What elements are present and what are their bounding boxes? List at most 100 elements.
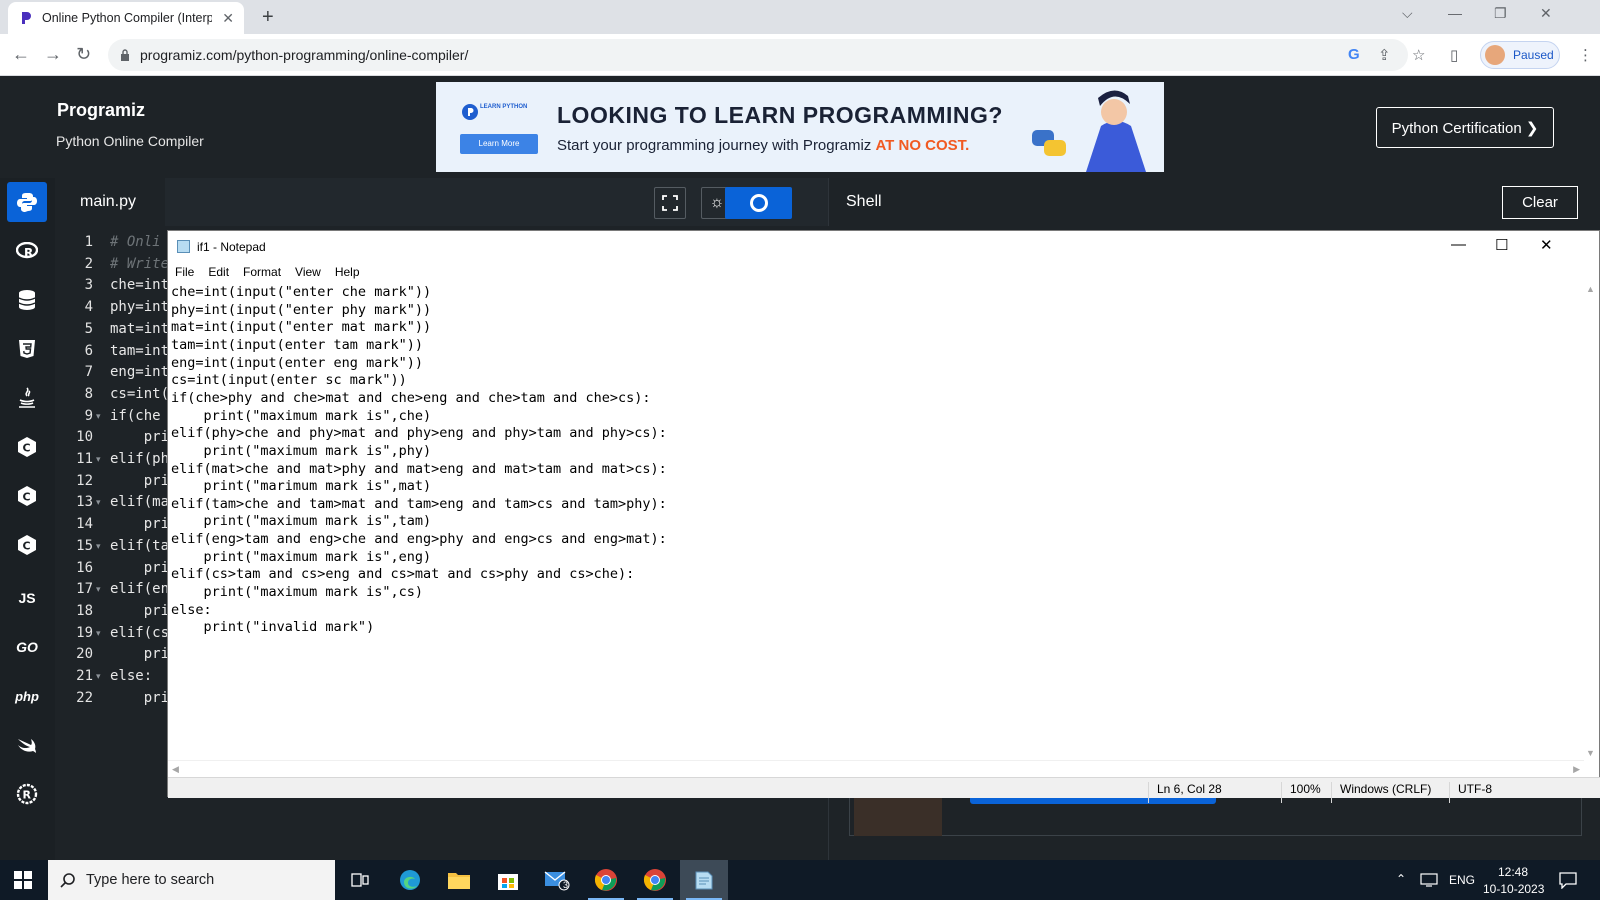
input-language[interactable]: ENG — [1449, 873, 1475, 887]
forward-icon[interactable]: → — [44, 44, 62, 64]
fold-arrow-icon[interactable]: ▾ — [96, 454, 101, 465]
profile-button[interactable]: Paused — [1480, 41, 1560, 69]
notepad-horizontal-scrollbar[interactable]: ◀ ▶ — [168, 760, 1584, 777]
programiz-logo[interactable]: Programiz — [57, 100, 145, 121]
tab-search-chevron-icon[interactable]: ⌵ — [1402, 5, 1413, 22]
code-line: # Write — [110, 255, 170, 272]
html5-icon[interactable] — [7, 329, 47, 369]
svg-text:R: R — [23, 789, 32, 802]
run-button[interactable] — [725, 187, 792, 219]
shell-toolbar: Shell Clear — [828, 178, 1600, 226]
csharp-language-icon[interactable]: C — [7, 525, 47, 565]
edge-browser-icon[interactable] — [386, 860, 434, 900]
back-icon[interactable]: ← — [12, 44, 30, 64]
task-view-icon[interactable] — [336, 860, 384, 900]
code-line: # Onli — [110, 234, 161, 250]
fold-arrow-icon[interactable]: ▾ — [96, 584, 101, 595]
clear-button[interactable]: Clear — [1502, 186, 1578, 219]
file-tab-name: main.py — [80, 193, 137, 210]
file-explorer-icon[interactable] — [435, 860, 483, 900]
ad-title: LOOKING TO LEARN PROGRAMMING? — [557, 102, 1003, 128]
fold-arrow-icon[interactable]: ▾ — [96, 411, 101, 422]
notepad-taskbar-icon[interactable] — [680, 860, 728, 900]
programiz-favicon-icon — [22, 12, 31, 24]
scroll-left-icon[interactable]: ◀ — [172, 764, 179, 775]
php-icon[interactable]: php — [7, 676, 47, 716]
fullscreen-button[interactable] — [654, 187, 686, 219]
line-number: 16 — [76, 559, 93, 576]
java-icon[interactable] — [7, 378, 47, 418]
browser-tab[interactable]: Online Python Compiler (Interpr ✕ — [8, 2, 244, 34]
fullscreen-icon — [662, 195, 678, 211]
notepad-line: elif(mat>che and mat>phy and mat>eng and… — [171, 460, 667, 477]
clock-date[interactable]: 10-10-2023 — [1483, 882, 1544, 896]
notepad-minimize-icon[interactable]: — — [1451, 236, 1466, 253]
cpp-language-icon[interactable]: C — [7, 476, 47, 516]
swift-icon[interactable] — [7, 725, 47, 765]
restore-icon[interactable]: ❐ — [1494, 5, 1507, 22]
status-divider — [1331, 782, 1332, 803]
scroll-up-icon[interactable]: ▲ — [1586, 284, 1595, 294]
rust-icon[interactable]: R — [7, 774, 47, 814]
menu-help[interactable]: Help — [335, 262, 360, 282]
notepad-maximize-icon[interactable]: ☐ — [1495, 236, 1508, 254]
menu-view[interactable]: View — [295, 262, 321, 282]
browser-toolbar: ← → ↻ programiz.com/python-programming/o… — [0, 34, 1600, 76]
r-language-icon[interactable]: R — [7, 231, 47, 271]
fold-arrow-icon[interactable]: ▾ — [96, 541, 101, 552]
fold-arrow-icon[interactable]: ▾ — [96, 671, 101, 682]
chrome-icon[interactable] — [582, 860, 630, 900]
line-number: 2 — [84, 255, 93, 272]
notepad-vertical-scrollbar[interactable]: ▲ ▼ — [1582, 282, 1599, 760]
code-line: pri — [110, 516, 170, 533]
go-language-icon[interactable]: GO — [7, 627, 47, 667]
ad-banner[interactable]: LEARN PYTHON Learn More LOOKING TO LEARN… — [436, 82, 1164, 172]
close-window-icon[interactable]: ✕ — [1540, 5, 1552, 22]
reload-icon[interactable]: ↻ — [76, 44, 91, 64]
svg-text:C: C — [23, 491, 31, 504]
network-icon[interactable] — [1420, 873, 1438, 887]
programiz-ad-icon — [462, 104, 478, 120]
notepad-line: mat=int(input("enter mat mark")) — [171, 319, 432, 336]
python-icon[interactable] — [7, 182, 47, 222]
bookmark-star-icon[interactable]: ☆ — [1412, 46, 1425, 64]
address-bar[interactable]: programiz.com/python-programming/online-… — [108, 39, 1408, 71]
clock-time[interactable]: 12:48 — [1498, 865, 1528, 879]
google-lens-icon[interactable]: G — [1348, 46, 1360, 63]
minimize-icon[interactable]: — — [1448, 5, 1462, 21]
scroll-right-icon[interactable]: ▶ — [1573, 764, 1580, 775]
python-certification-button[interactable]: Python Certification ❯ — [1376, 107, 1554, 148]
new-tab-icon[interactable]: + — [262, 6, 274, 29]
taskbar-search[interactable]: Type here to search — [48, 860, 335, 900]
notification-center-icon[interactable] — [1559, 871, 1577, 889]
fold-arrow-icon[interactable]: ▾ — [96, 628, 101, 639]
code-line: che=int — [110, 277, 170, 294]
notepad-text-area[interactable]: che=int(input("enter che mark")) phy=int(… — [171, 284, 1571, 744]
menu-format[interactable]: Format — [243, 262, 281, 282]
svg-text:C: C — [23, 442, 31, 455]
menu-file[interactable]: File — [175, 262, 194, 282]
line-number: 7 — [84, 364, 93, 381]
microsoft-store-icon[interactable] — [484, 860, 532, 900]
tray-chevron-icon[interactable]: ⌃ — [1396, 872, 1406, 886]
share-icon[interactable]: ⇪ — [1378, 46, 1391, 64]
windows-start-icon[interactable] — [14, 871, 32, 889]
mail-icon[interactable]: 3 — [533, 860, 581, 900]
browser-menu-icon[interactable]: ⋮ — [1578, 46, 1593, 64]
ad-learn-more-button[interactable]: Learn More — [460, 134, 538, 154]
code-line: pri — [110, 646, 170, 663]
ad-logo-box: LEARN PYTHON Learn More — [458, 102, 538, 156]
c-language-icon[interactable]: C — [7, 427, 47, 467]
notepad-close-icon[interactable]: ✕ — [1540, 236, 1553, 254]
file-tab[interactable]: main.py — [55, 178, 165, 226]
side-panel-icon[interactable]: ▯ — [1450, 46, 1458, 64]
notepad-line: phy=int(input("enter phy mark")) — [171, 301, 432, 318]
scroll-down-icon[interactable]: ▼ — [1586, 748, 1595, 758]
sql-database-icon[interactable] — [7, 280, 47, 320]
fold-arrow-icon[interactable]: ▾ — [96, 497, 101, 508]
notepad-titlebar[interactable]: if1 - Notepad — ☐ ✕ — [168, 231, 1600, 262]
menu-edit[interactable]: Edit — [208, 262, 229, 282]
chrome-profile-icon[interactable] — [631, 860, 679, 900]
tab-close-icon[interactable]: ✕ — [222, 10, 234, 27]
javascript-icon[interactable]: JS — [7, 578, 47, 618]
